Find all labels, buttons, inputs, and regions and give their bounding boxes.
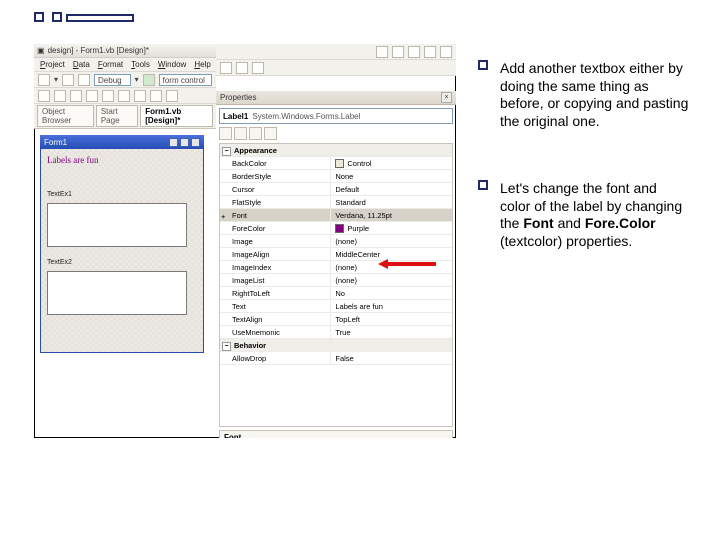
properties-titlebar: Properties × [216, 91, 456, 105]
textbox1-control[interactable] [47, 203, 187, 247]
properties-title: Properties [220, 93, 256, 102]
property-row-text[interactable]: TextLabels are fun [220, 300, 452, 313]
ide-left: ▣ design] - Form1.vb [Design]* Project D… [34, 44, 216, 438]
property-row-righttoleft[interactable]: RightToLeftNo [220, 287, 452, 300]
close-icon [191, 138, 200, 147]
object-selector[interactable]: Label1 System.Windows.Forms.Label [219, 108, 453, 124]
run-button[interactable] [143, 74, 155, 86]
menu-format[interactable]: Format [98, 60, 123, 69]
property-row-font[interactable]: +FontVerdana, 11.25pt [220, 209, 452, 222]
textbox2-control[interactable] [47, 271, 187, 315]
annotation-text: Let's change the font and color of the l… [500, 180, 690, 250]
toolbar-button[interactable] [86, 90, 98, 102]
menu-project[interactable]: Project [40, 60, 65, 69]
property-row-imagelist[interactable]: ImageList(none) [220, 274, 452, 287]
selected-object-name: Label1 [223, 112, 248, 121]
slide-marker [34, 12, 44, 22]
textbox2-label: TextEx2 [47, 259, 72, 266]
annotation-arrow [378, 259, 436, 269]
properties-icon[interactable] [249, 127, 262, 140]
toolbar-button[interactable] [424, 46, 436, 58]
events-icon[interactable] [264, 127, 277, 140]
bullet-icon [478, 180, 488, 190]
toolbar-button[interactable] [70, 90, 82, 102]
annotation-paragraph-1: Add another textbox either by doing the … [500, 60, 690, 144]
toolbar-row-2 [34, 88, 216, 104]
tab-form-design[interactable]: Form1.vb [Design]* [140, 105, 213, 127]
tab-object-browser[interactable]: Object Browser [37, 105, 94, 127]
properties-view-buttons [216, 127, 456, 143]
toolbar-button[interactable] [376, 46, 388, 58]
property-row-textalign[interactable]: TextAlignTopLeft [220, 313, 452, 326]
form-title: Form1 [44, 138, 67, 147]
ide-right: Properties × Label1 System.Windows.Forms… [216, 44, 456, 438]
toolbar-row-1: ▾ Debug ▾ form control [34, 72, 216, 88]
tab-spacer [216, 76, 456, 91]
form-surface[interactable]: Labels are fun TextEx1 TextEx2 [40, 149, 204, 353]
app-icon: ▣ [37, 46, 45, 55]
toolbar-button[interactable] [38, 74, 50, 86]
toolbar-button[interactable] [150, 90, 162, 102]
selected-object-type: System.Windows.Forms.Label [252, 112, 360, 121]
menu-tools[interactable]: Tools [131, 60, 150, 69]
property-grid[interactable]: −AppearanceBackColorControlBorderStyleNo… [219, 143, 453, 427]
property-row-forecolor[interactable]: ForeColorPurple [220, 222, 452, 235]
toolbar-button[interactable] [440, 46, 452, 58]
textbox1-label: TextEx1 [47, 191, 72, 198]
minimize-icon [169, 138, 178, 147]
toolbar-row-2-right [216, 60, 456, 76]
annotation-text: Add another textbox either by doing the … [500, 60, 690, 130]
maximize-icon [180, 138, 189, 147]
toolbar-button[interactable] [134, 90, 146, 102]
bullet-icon [478, 60, 488, 70]
toolbar-row-1-right [216, 44, 456, 60]
find-combo[interactable]: form control [159, 74, 212, 86]
property-row-backcolor[interactable]: BackColorControl [220, 157, 452, 170]
toolbar-button[interactable] [54, 90, 66, 102]
toolbar-button[interactable] [408, 46, 420, 58]
form-designer[interactable]: Form1 Labels are fun TextEx1 TextEx2 [40, 135, 204, 355]
toolbar-button[interactable] [220, 62, 232, 74]
slide-marker [52, 12, 62, 22]
alphabetical-icon[interactable] [234, 127, 247, 140]
property-description: Font The font used to display text in th… [219, 430, 453, 438]
dropdown-arrow-icon: ▾ [135, 75, 139, 84]
toolbar-button[interactable] [252, 62, 264, 74]
property-row-borderstyle[interactable]: BorderStyleNone [220, 170, 452, 183]
document-tabs[interactable]: Object Browser Start Page Form1.vb [Desi… [34, 104, 216, 129]
menu-bar[interactable]: Project Data Format Tools Window Help [34, 58, 216, 72]
property-row-usemnemonic[interactable]: UseMnemonicTrue [220, 326, 452, 339]
property-row-flatstyle[interactable]: FlatStyleStandard [220, 196, 452, 209]
menu-help[interactable]: Help [194, 60, 210, 69]
toolbar-button[interactable] [166, 90, 178, 102]
tab-start-page[interactable]: Start Page [96, 105, 138, 127]
menu-data[interactable]: Data [73, 60, 90, 69]
toolbar-button[interactable] [392, 46, 404, 58]
form-titlebar: Form1 [40, 135, 204, 149]
toolbar-button[interactable] [62, 74, 74, 86]
toolbar-button[interactable] [102, 90, 114, 102]
toolbar-sep: ▾ [54, 75, 58, 84]
toolbar-button[interactable] [118, 90, 130, 102]
menu-window[interactable]: Window [158, 60, 186, 69]
desc-name: Font [224, 433, 448, 438]
toolbar-button[interactable] [38, 90, 50, 102]
close-icon[interactable]: × [441, 92, 452, 103]
annotation-paragraph-2: Let's change the font and color of the l… [500, 180, 690, 264]
categorized-icon[interactable] [219, 127, 232, 140]
config-dropdown[interactable]: Debug [94, 74, 131, 86]
window-title: design] - Form1.vb [Design]* [48, 46, 149, 55]
property-row-cursor[interactable]: CursorDefault [220, 183, 452, 196]
property-row-image[interactable]: Image(none) [220, 235, 452, 248]
label1-control[interactable]: Labels are fun [47, 155, 98, 165]
toolbar-button[interactable] [78, 74, 90, 86]
toolbar-button[interactable] [236, 62, 248, 74]
slide-marker [66, 14, 134, 22]
window-titlebar: ▣ design] - Form1.vb [Design]* [34, 44, 216, 58]
